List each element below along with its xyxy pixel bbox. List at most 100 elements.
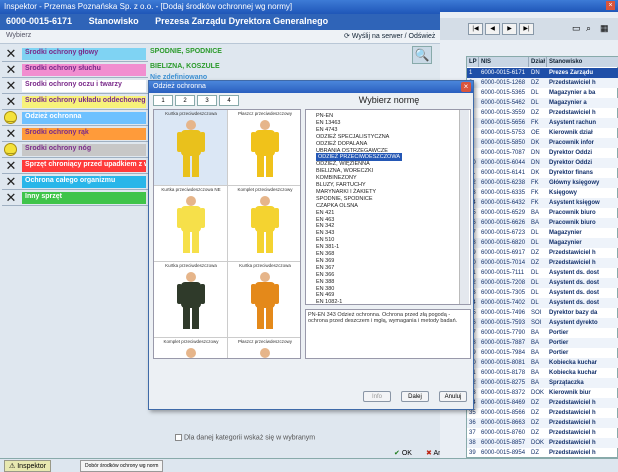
table-cell: OE — [531, 130, 540, 136]
table-row[interactable]: 126000-0015-6238FKGłówny księgowy — [467, 178, 618, 188]
assign-checkbox[interactable] — [175, 434, 182, 441]
column-header[interactable]: LP — [467, 57, 479, 67]
table-row[interactable]: 196000-0015-6917DZPrzedstawiciel h — [467, 248, 618, 258]
norm-list[interactable]: PN-EN EN 13463 EN 4743 ODZIEŻ SPECJALISTYCZ… — [305, 109, 471, 305]
table-cell: BA — [531, 340, 540, 346]
first-record-button[interactable]: |◀ — [468, 23, 483, 35]
table-row[interactable]: 336000-0015-8372DOKKierownik biur — [467, 388, 618, 398]
find-icon[interactable]: ⌕ — [586, 23, 591, 34]
send-refresh-button[interactable]: ⟳ Wyślij na serwer / Odśwież — [344, 32, 435, 40]
column-header[interactable]: Dział — [529, 57, 547, 67]
taskbar-doc-button[interactable]: Dobór środków ochrony wg norm — [80, 460, 164, 472]
next-record-button[interactable]: ▶ — [502, 23, 517, 35]
clothing-item[interactable]: Płaszcz przeciwdeszczowy — [228, 110, 300, 186]
table-row[interactable]: 186000-0015-6820DLMagazynier — [467, 238, 618, 248]
clothing-item[interactable]: Kurtka przeciwdeszczowa NE — [154, 186, 228, 262]
assign-checkbox-row[interactable]: Dla danej kategorii wskaż się w wybranym — [175, 434, 415, 444]
category-item[interactable]: ✕ Ochrona całego organizmu — [2, 174, 148, 190]
table-cell: DZ — [531, 80, 539, 86]
search-icon[interactable]: 🔍 — [412, 46, 432, 64]
norm-list-scrollbar[interactable] — [459, 110, 469, 304]
column-header[interactable]: Stanowisko — [547, 57, 618, 67]
table-row[interactable]: 76000-0015-5753OEKierownik dział — [467, 128, 618, 138]
norm-item[interactable]: EN 1082-1 — [316, 298, 342, 304]
info-line: BIELIZNA, KOSZULE — [150, 63, 220, 70]
table-row[interactable]: 36000-0015-5365DLMagazynier a ba — [467, 88, 618, 98]
table-row[interactable]: 1 6000-0015-6171 DN Prezes Zarządu — [467, 68, 618, 78]
table-row[interactable]: 146000-0015-6432FKAsystent księgow — [467, 198, 618, 208]
table-row[interactable]: 36 6000-0015-8663 DZ Przedstawiciel h — [467, 418, 618, 428]
tab-page[interactable]: 1 — [153, 95, 173, 106]
table-row[interactable]: 116000-0015-6141DKDyrektor finans — [467, 168, 618, 178]
table-row[interactable]: 46000-0015-5462DLMagazynier a — [467, 98, 618, 108]
table-row[interactable]: 266000-0015-7593SOIAsystent dyrekto — [467, 318, 618, 328]
table-row[interactable]: 38 6000-0015-8857 DOK Przedstawiciel h — [467, 438, 618, 448]
table-row[interactable]: 286000-0015-7887BAPortier — [467, 338, 618, 348]
clothing-caption: Kurtka przeciwdeszczowa — [239, 263, 291, 268]
category-item[interactable]: ✕ Środki ochrony głowy — [2, 46, 148, 62]
table-cell: Dyrektor Oddzi — [549, 150, 593, 156]
grid-icon[interactable]: ▦ — [600, 23, 609, 34]
table-row[interactable]: 256000-0015-7496SOIDyrektor bazy da — [467, 308, 618, 318]
table-row[interactable]: 306000-0015-8081BAKobiecka kuchar — [467, 358, 618, 368]
table-row[interactable]: 37 6000-0015-8760 DZ Przedstawiciel h — [467, 428, 618, 438]
table-row[interactable]: 136000-0015-6335FKKsięgowy — [467, 188, 618, 198]
tab-page[interactable]: 3 — [197, 95, 217, 106]
table-row[interactable]: 346000-0015-8469DZPrzedstawiciel h — [467, 398, 618, 408]
table-row[interactable]: 176000-0015-6723DLMagazynier — [467, 228, 618, 238]
category-item[interactable]: ✕ Środki ochrony układu oddechowego — [2, 94, 148, 110]
table-row[interactable]: 276000-0015-7790BAPortier — [467, 328, 618, 338]
table-row[interactable]: 246000-0015-7402DLAsystent ds. dost — [467, 298, 618, 308]
table-cell: DZ — [531, 410, 539, 416]
column-header[interactable]: NIS — [479, 57, 529, 67]
tab-page[interactable]: 4 — [219, 95, 239, 106]
table-row[interactable]: 206000-0015-7014DZPrzedstawiciel h — [467, 258, 618, 268]
clothing-item[interactable]: Komplet przeciwdeszczowy — [228, 186, 300, 262]
protective-clothing-dialog: Odzież ochronna × 1234 Kurtka przeciwdes… — [148, 80, 474, 410]
table-row[interactable]: 296000-0015-7984BAPortier — [467, 348, 618, 358]
table-row[interactable]: 35 6000-0015-8566 DZ Przedstawiciel h — [467, 408, 618, 418]
dialog-title: Odzież ochronna × — [149, 81, 473, 93]
table-row[interactable]: 236000-0015-7305DLAsystent ds. dost — [467, 288, 618, 298]
last-record-button[interactable]: ▶| — [519, 23, 534, 35]
taskbar-doc-label: Dobór środków ochrony wg norm — [85, 463, 159, 469]
table-row[interactable]: 86000-0015-5850DKPracownik infor — [467, 138, 618, 148]
print-icon[interactable]: ▭ — [572, 23, 581, 34]
table-row[interactable]: 226000-0015-7208DLAsystent ds. dost — [467, 278, 618, 288]
next-button[interactable]: Dalej — [401, 391, 429, 402]
table-row[interactable]: 66000-0015-5656FKAsystent rachun — [467, 118, 618, 128]
table-row[interactable]: 316000-0015-8178BAKobiecka kuchar — [467, 368, 618, 378]
category-item[interactable]: ✕ Środki ochrony oczu i twarzy — [2, 78, 148, 94]
dialog-cancel-button[interactable]: Anuluj — [439, 391, 467, 402]
category-item[interactable]: Środki ochrony nóg — [2, 142, 148, 158]
tab-page[interactable]: 2 — [175, 95, 195, 106]
category-item[interactable]: ✕ Środki ochrony słuchu — [2, 62, 148, 78]
clothing-caption: Kurtka przeciwdeszczowa NE — [161, 187, 221, 192]
close-icon[interactable]: × — [461, 82, 471, 92]
table-row[interactable]: 26000-0015-1268DZPrzedstawiciel h — [467, 78, 618, 88]
table-row[interactable]: 166000-0015-6626BAPracownik biuro — [467, 218, 618, 228]
clothing-item[interactable]: Komplet przeciwdeszczowy — [154, 338, 228, 358]
table-row[interactable]: 106000-0015-6044DNDyrektor Oddzi — [467, 158, 618, 168]
close-icon[interactable]: × — [606, 1, 615, 10]
table-row[interactable]: 56000-0015-3559DZPrzedstawiciel h — [467, 108, 618, 118]
table-cell: FK — [531, 200, 539, 206]
table-row[interactable]: 216000-0015-7111DLAsystent ds. dost — [467, 268, 618, 278]
clothing-item[interactable]: Kurtka przeciwdeszczowa — [154, 262, 228, 338]
category-item[interactable]: ✕ Sprzęt chroniący przed upadkiem z wysok… — [2, 158, 148, 174]
table-row[interactable]: 96000-0015-7087DNDyrektor Oddzi — [467, 148, 618, 158]
prev-record-button[interactable]: ◀ — [485, 23, 500, 35]
category-item[interactable]: ✕ Środki ochrony rąk — [2, 126, 148, 142]
table-row[interactable]: 39 6000-0015-8954 DZ Przedstawiciel h — [467, 448, 618, 458]
category-item[interactable]: Odzież ochronna — [2, 110, 148, 126]
clothing-item[interactable]: Płaszcz przeciwdeszczowy — [228, 338, 300, 358]
ok-button[interactable]: ✔ OK — [394, 449, 412, 457]
table-row[interactable]: 156000-0015-6529BAPracownik biuro — [467, 208, 618, 218]
taskbar-app-button[interactable]: ⚠ Inspektor — [4, 460, 52, 472]
table-row[interactable]: 326000-0015-8275BASprzątaczka — [467, 378, 618, 388]
category-item[interactable]: ✕ Inny sprzęt — [2, 190, 148, 206]
info-button[interactable]: Info — [363, 391, 391, 402]
clothing-item[interactable]: Kurtka przeciwdeszczowa — [228, 262, 300, 338]
clothing-item[interactable]: Kurtka przeciwdeszczowa — [154, 110, 228, 186]
toolbar-select-label[interactable]: Wybierz — [6, 32, 31, 39]
